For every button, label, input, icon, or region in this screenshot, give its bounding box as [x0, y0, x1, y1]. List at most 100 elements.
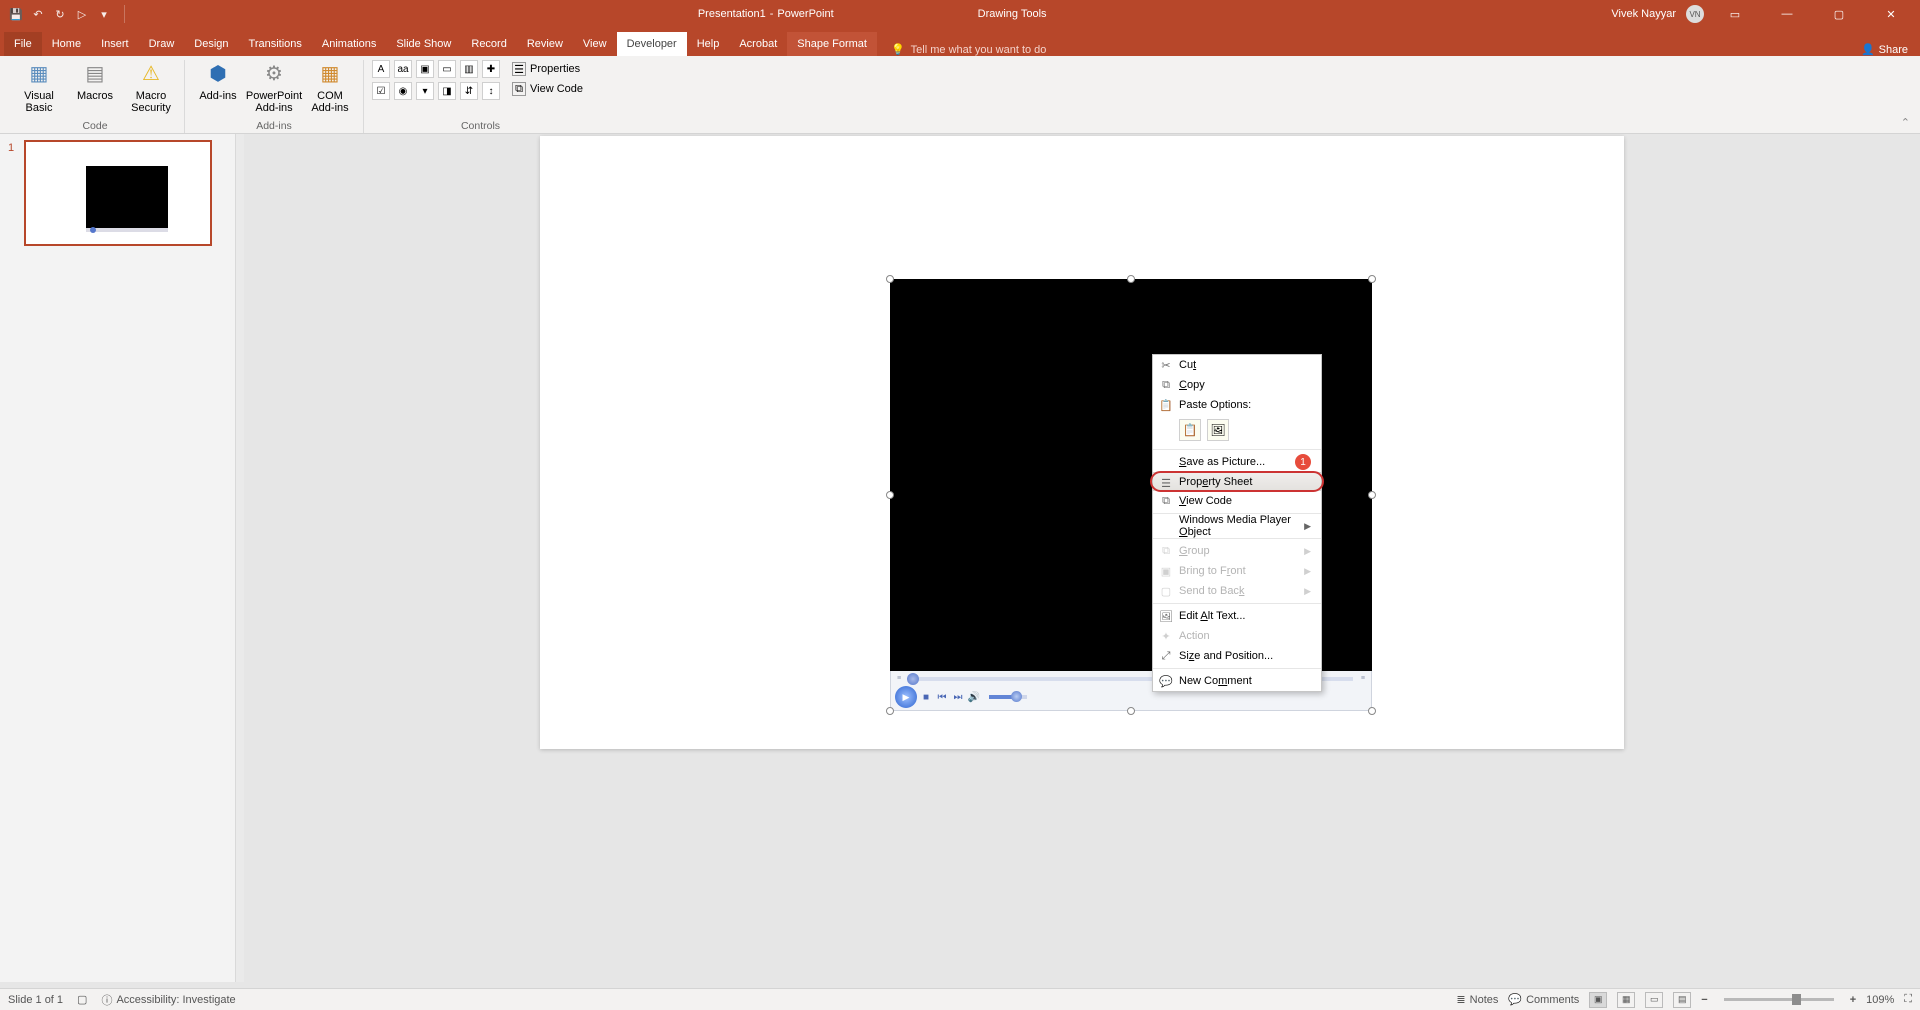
prev-button[interactable]: ⏮ — [935, 688, 949, 706]
zoom-knob[interactable] — [1792, 994, 1801, 1005]
label-control-icon[interactable]: aa — [394, 60, 412, 78]
tab-view[interactable]: View — [573, 32, 617, 56]
slide-canvas[interactable]: ≡ ≡ ▶ ■ ⏮ ⏭ 🔊 — [540, 136, 1624, 749]
view-code-button[interactable]: ⧉View Code — [506, 80, 589, 98]
zoom-slider[interactable] — [1724, 998, 1834, 1001]
mute-button[interactable]: 🔊 — [967, 688, 981, 706]
tab-insert[interactable]: Insert — [91, 32, 139, 56]
toggle-button-control-icon[interactable]: ◨ — [438, 82, 456, 100]
check-box-control-icon[interactable]: ☑ — [372, 82, 390, 100]
start-from-beginning-icon[interactable]: ▷ — [74, 6, 90, 22]
slide-thumbnail-1[interactable]: 1 — [24, 140, 212, 246]
list-box-control-icon[interactable]: ▥ — [460, 60, 478, 78]
image-control-icon[interactable]: ▣ — [416, 60, 434, 78]
scroll-bar-control-icon[interactable]: ↕ — [482, 82, 500, 100]
slide-counter[interactable]: Slide 1 of 1 — [8, 994, 63, 1006]
resize-handle-e[interactable] — [1368, 491, 1376, 499]
slide-sorter-view-icon[interactable]: ▦ — [1617, 992, 1635, 1008]
redo-icon[interactable]: ↻ — [52, 6, 68, 22]
volume-slider[interactable] — [989, 695, 1027, 699]
tab-transitions[interactable]: Transitions — [239, 32, 312, 56]
close-icon[interactable]: ✕ — [1870, 0, 1912, 28]
resize-handle-w[interactable] — [886, 491, 894, 499]
seek-knob[interactable] — [907, 673, 919, 685]
seek-end-icon[interactable]: ≡ — [1361, 675, 1365, 682]
spell-check-icon[interactable]: ▢ — [77, 993, 87, 1006]
user-name[interactable]: Vivek Nayyar — [1611, 8, 1676, 20]
resize-handle-sw[interactable] — [886, 707, 894, 715]
media-player-object[interactable]: ≡ ≡ ▶ ■ ⏮ ⏭ 🔊 — [890, 279, 1372, 711]
resize-handle-n[interactable] — [1127, 275, 1135, 283]
paste-keep-formatting-icon[interactable]: 📋 — [1179, 419, 1201, 441]
notes-button[interactable]: ≣Notes — [1456, 993, 1498, 1006]
volume-knob[interactable] — [1011, 691, 1022, 702]
ppt-addins-button[interactable]: ⚙PowerPoint Add-ins — [249, 60, 299, 114]
tab-file[interactable]: File — [4, 32, 42, 56]
menu-edit-alt-text[interactable]: 🖼Edit Alt Text... — [1153, 606, 1321, 626]
tab-animations[interactable]: Animations — [312, 32, 386, 56]
addins-button[interactable]: ⬢Add-ins — [193, 60, 243, 102]
option-button-control-icon[interactable]: ◉ — [394, 82, 412, 100]
fit-to-window-icon[interactable]: ⛶ — [1904, 993, 1912, 1006]
slide-thumbnail-pane[interactable]: 1 — [0, 134, 236, 982]
slide-editor[interactable]: ≡ ≡ ▶ ■ ⏮ ⏭ 🔊 — [244, 134, 1920, 982]
menu-copy[interactable]: ⧉Copy — [1153, 375, 1321, 395]
next-button[interactable]: ⏭ — [951, 688, 965, 706]
zoom-in-button[interactable]: + — [1850, 994, 1856, 1006]
macro-security-button[interactable]: ⚠Macro Security — [126, 60, 176, 114]
menu-property-sheet[interactable]: ☰ Property Sheet — [1153, 472, 1321, 491]
properties-button[interactable]: ☰Properties — [506, 60, 589, 78]
share-button[interactable]: 👤 Share — [1861, 43, 1908, 56]
tab-developer[interactable]: Developer — [617, 32, 687, 56]
collapse-ribbon-icon[interactable]: ⌃ — [1897, 112, 1914, 133]
menu-view-code[interactable]: ⧉View Code — [1153, 491, 1321, 511]
zoom-level[interactable]: 109% — [1866, 994, 1894, 1006]
undo-icon[interactable]: ↶ — [30, 6, 46, 22]
ribbon-display-options-icon[interactable]: ▭ — [1714, 0, 1756, 28]
more-controls-icon[interactable]: ✚ — [482, 60, 500, 78]
normal-view-icon[interactable]: ▣ — [1589, 992, 1607, 1008]
tab-help[interactable]: Help — [687, 32, 730, 56]
submenu-arrow-icon: ▶ — [1304, 586, 1311, 597]
tab-record[interactable]: Record — [461, 32, 516, 56]
resize-handle-nw[interactable] — [886, 275, 894, 283]
menu-bring-to-front: ▣Bring to Front▶ — [1153, 561, 1321, 581]
user-avatar[interactable]: VN — [1686, 5, 1704, 23]
play-button[interactable]: ▶ — [895, 686, 917, 708]
visual-basic-button[interactable]: ▦Visual Basic — [14, 60, 64, 114]
combo-box-control-icon[interactable]: ▾ — [416, 82, 434, 100]
tab-home[interactable]: Home — [42, 32, 91, 56]
reading-view-icon[interactable]: ▭ — [1645, 992, 1663, 1008]
stop-button[interactable]: ■ — [919, 688, 933, 706]
tab-slideshow[interactable]: Slide Show — [386, 32, 461, 56]
paste-picture-icon[interactable]: 🖼 — [1207, 419, 1229, 441]
accessibility-status[interactable]: ⓘAccessibility: Investigate — [101, 992, 235, 1008]
spin-button-control-icon[interactable]: ⇵ — [460, 82, 478, 100]
menu-save-as-picture[interactable]: Save as Picture...1 — [1153, 452, 1321, 472]
slideshow-view-icon[interactable]: ▤ — [1673, 992, 1691, 1008]
qat-customize-icon[interactable]: ▾ — [96, 6, 112, 22]
maximize-icon[interactable]: ▢ — [1818, 0, 1860, 28]
resize-handle-ne[interactable] — [1368, 275, 1376, 283]
menu-wmp-object[interactable]: Windows Media Player Object▶ — [1153, 516, 1321, 536]
save-icon[interactable]: 💾 — [8, 6, 24, 22]
minimize-icon[interactable]: — — [1766, 0, 1808, 28]
tab-shape-format[interactable]: Shape Format — [787, 32, 877, 56]
tab-review[interactable]: Review — [517, 32, 573, 56]
menu-cut[interactable]: ✂Cut — [1153, 355, 1321, 375]
zoom-out-button[interactable]: − — [1701, 994, 1707, 1006]
tell-me-search[interactable]: 💡 Tell me what you want to do — [891, 43, 1046, 56]
macros-button[interactable]: ▤Macros — [70, 60, 120, 102]
menu-new-comment[interactable]: 💬New Comment — [1153, 671, 1321, 691]
resize-handle-se[interactable] — [1368, 707, 1376, 715]
resize-handle-s[interactable] — [1127, 707, 1135, 715]
comments-button[interactable]: 💬Comments — [1508, 993, 1579, 1006]
frame-control-icon[interactable]: ▭ — [438, 60, 456, 78]
text-box-control-icon[interactable]: A — [372, 60, 390, 78]
tab-draw[interactable]: Draw — [139, 32, 185, 56]
tab-acrobat[interactable]: Acrobat — [729, 32, 787, 56]
seek-begin-icon[interactable]: ≡ — [897, 675, 901, 682]
menu-size-and-position[interactable]: ⤢Size and Position... — [1153, 646, 1321, 666]
com-addins-button[interactable]: ▦COM Add-ins — [305, 60, 355, 114]
tab-design[interactable]: Design — [184, 32, 238, 56]
